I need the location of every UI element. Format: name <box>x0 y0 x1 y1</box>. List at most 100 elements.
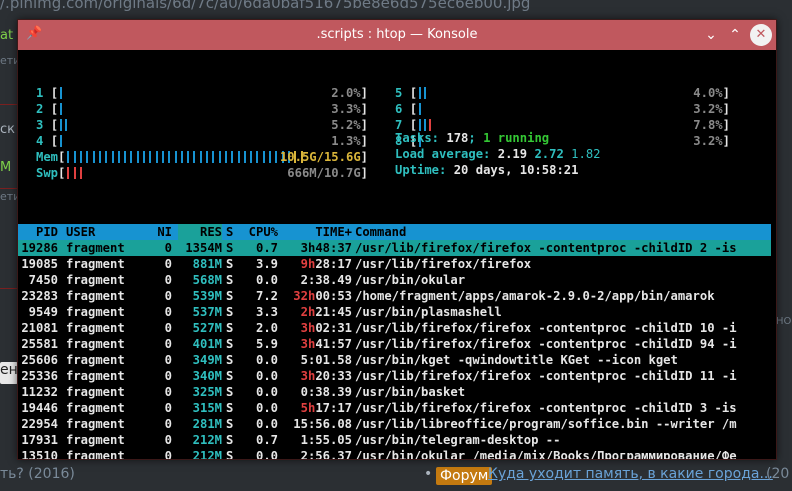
column-header-user[interactable]: USER <box>66 224 136 240</box>
process-time: 5:01.58 <box>282 352 352 368</box>
column-header-command[interactable]: Command <box>355 224 775 240</box>
process-command: /usr/bin/kget -qwindowtitle KGet --icon … <box>355 353 678 367</box>
process-command: /usr/bin/okular <box>355 273 466 287</box>
mem-bar <box>155 151 158 163</box>
meter-bracket: [ <box>409 102 418 116</box>
mem-total: 15.6G <box>323 150 361 164</box>
process-state: S <box>226 241 234 255</box>
cpu-meter: 3 [] 5.2% <box>36 117 368 133</box>
mem-label: Mem <box>36 150 59 164</box>
slash: / <box>316 150 324 164</box>
cpu-bar <box>60 103 63 115</box>
swp-used: 666M <box>287 166 317 180</box>
process-table-header[interactable]: PID USER NI RES S CPU% TIME+ Command <box>18 224 771 240</box>
table-row[interactable]: 25336 fragment 0 340M S 0.0 3h20:33/usr/lib/fi… <box>18 368 771 384</box>
process-nice: 0 <box>164 353 172 367</box>
meter-bracket: [ <box>50 118 59 132</box>
process-time: 9h28:17 <box>282 256 352 272</box>
konsole-window[interactable]: 📌 .scripts : htop — Konsole ⌄ ⌃ ✕ 1[] 2.0… <box>17 19 777 460</box>
close-icon[interactable]: ✕ <box>750 24 772 46</box>
background-button-fragment[interactable]: ен <box>0 362 18 384</box>
mem-bar <box>143 151 145 163</box>
meter-bracket: ] <box>722 134 730 148</box>
process-command: /usr/lib/firefox/firefox -contentproc -c… <box>355 321 737 335</box>
table-row[interactable]: 22954 fragment 0 281M S 0.0 15:56.08/usr/lib/l… <box>18 416 771 432</box>
cpu-meter: 5 [] 4.0% <box>395 85 730 101</box>
cpu-meter: 6 [] 3.2% <box>395 101 730 117</box>
load-line: Load average: 2.19 2.72 1.82 <box>395 146 601 162</box>
cpu-meter: 4 [] 1.3% <box>36 133 368 149</box>
column-header-res[interactable]: RES <box>178 224 222 240</box>
process-nice: 0 <box>164 305 172 319</box>
meter-bracket: [ <box>50 102 59 116</box>
process-time-hours: 3h <box>300 337 316 351</box>
mem-bar <box>149 151 152 163</box>
table-row[interactable]: 23283 fragment 0 539M S 7.2 32h00:53/home/frag… <box>18 288 771 304</box>
background-link-fragment[interactable]: М <box>0 160 11 175</box>
process-state: S <box>226 417 234 431</box>
process-cpu: 0.7 <box>255 433 278 447</box>
terminal-area[interactable]: 1[] 2.0% 2[] 3.3% 3[] 5.2% 4[] 1.3% 5[] 4.0% 6[] 3.… <box>18 50 776 459</box>
process-nice: 0 <box>164 369 172 383</box>
column-header-pid[interactable]: PID <box>18 224 58 240</box>
process-nice: 0 <box>164 449 172 459</box>
table-row[interactable]: 7450 fragment 0 568M S 0.0 2:38.49/usr/bin/oku… <box>18 272 771 288</box>
process-command: /home/fragment/apps/amarok-2.9.0-2/app/b… <box>355 289 715 303</box>
mem-bar <box>136 151 139 163</box>
process-cpu: 0.0 <box>255 353 278 367</box>
column-header-time[interactable]: TIME+ <box>282 224 352 240</box>
cpu-id: 2 <box>36 102 44 116</box>
meter-bracket: ] <box>722 102 730 116</box>
uptime-line: Uptime: 20 days, 10:58:21 <box>395 162 578 178</box>
process-command: /usr/bin/basket <box>355 385 466 399</box>
forum-link[interactable]: Куда уходит память, в какие города... <box>488 466 773 482</box>
process-time: 15:56.08 <box>282 416 352 432</box>
table-row[interactable]: 13510 fragment 0 212M S 0.0 2:56.37/usr/bin/ok… <box>18 448 771 459</box>
process-time-rest: 20:33 <box>315 369 352 383</box>
column-header-cpu[interactable]: CPU% <box>240 224 278 240</box>
process-res: 537M <box>192 305 222 319</box>
cpu-percent: 3.3% <box>331 102 361 116</box>
table-row[interactable]: 19286 fragment 0 1354M S 0.7 3h48:37/usr/lib/f… <box>18 240 771 256</box>
process-user: fragment <box>66 337 125 351</box>
table-row[interactable]: 25606 fragment 0 349M S 0.0 5:01.58/usr/bin/kg… <box>18 352 771 368</box>
background-url-text: /.pinimg.com/originals/6d/7c/a0/6da0baf5… <box>0 0 531 12</box>
background-footer-text: ть? (2016) <box>0 466 75 482</box>
column-header-ni[interactable]: NI <box>148 224 172 240</box>
process-state: S <box>226 433 234 447</box>
column-header-s[interactable]: S <box>226 224 236 240</box>
process-pid: 25336 <box>21 369 58 383</box>
swp-bar <box>80 167 82 179</box>
cpu-bar <box>424 87 427 99</box>
table-row[interactable]: 11232 fragment 0 325M S 0.0 0:38.39/usr/bin/ba… <box>18 384 771 400</box>
chevron-down-icon[interactable]: ⌄ <box>700 24 722 46</box>
window-titlebar[interactable]: 📌 .scripts : htop — Konsole ⌄ ⌃ ✕ <box>18 20 776 50</box>
process-pid: 23283 <box>21 289 58 303</box>
table-row[interactable]: 9549 fragment 0 537M S 3.3 2h21:45/usr/bin/pla… <box>18 304 771 320</box>
table-row[interactable]: 19085 fragment 0 881M S 3.9 9h28:17/usr/lib/fi… <box>18 256 771 272</box>
process-time: 3h02:31 <box>282 320 352 336</box>
process-res: 1354M <box>185 241 222 255</box>
table-row[interactable]: 25581 fragment 0 401M S 5.9 3h41:57/usr/lib/fi… <box>18 336 771 352</box>
process-state: S <box>226 289 234 303</box>
process-time-rest: 0:38.39 <box>300 385 352 399</box>
process-nice: 0 <box>164 433 172 447</box>
process-time-rest: 17:17 <box>315 401 352 415</box>
mem-bar <box>275 151 278 163</box>
cpu-percent: 2.0% <box>331 86 361 100</box>
process-cpu: 0.0 <box>255 273 278 287</box>
chevron-up-icon[interactable]: ⌃ <box>724 24 746 46</box>
background-link-fragment[interactable]: at <box>0 28 13 43</box>
table-row[interactable]: 19446 fragment 0 315M S 0.0 5h17:17/usr/lib/fi… <box>18 400 771 416</box>
process-time-hours: 3h <box>300 241 316 255</box>
table-row[interactable]: 21081 fragment 0 527M S 2.0 3h02:31/usr/lib/fi… <box>18 320 771 336</box>
mem-bar <box>212 151 215 163</box>
process-user: fragment <box>66 401 125 415</box>
table-row[interactable]: 17931 fragment 0 212M S 0.7 1:55.05/usr/bin/te… <box>18 432 771 448</box>
process-pid: 11232 <box>21 385 58 399</box>
process-cpu: 0.0 <box>255 369 278 383</box>
cpu-percent: 3.2% <box>693 102 723 116</box>
process-cpu: 0.0 <box>255 385 278 399</box>
mem-bar <box>80 151 82 163</box>
process-res: 315M <box>192 401 222 415</box>
